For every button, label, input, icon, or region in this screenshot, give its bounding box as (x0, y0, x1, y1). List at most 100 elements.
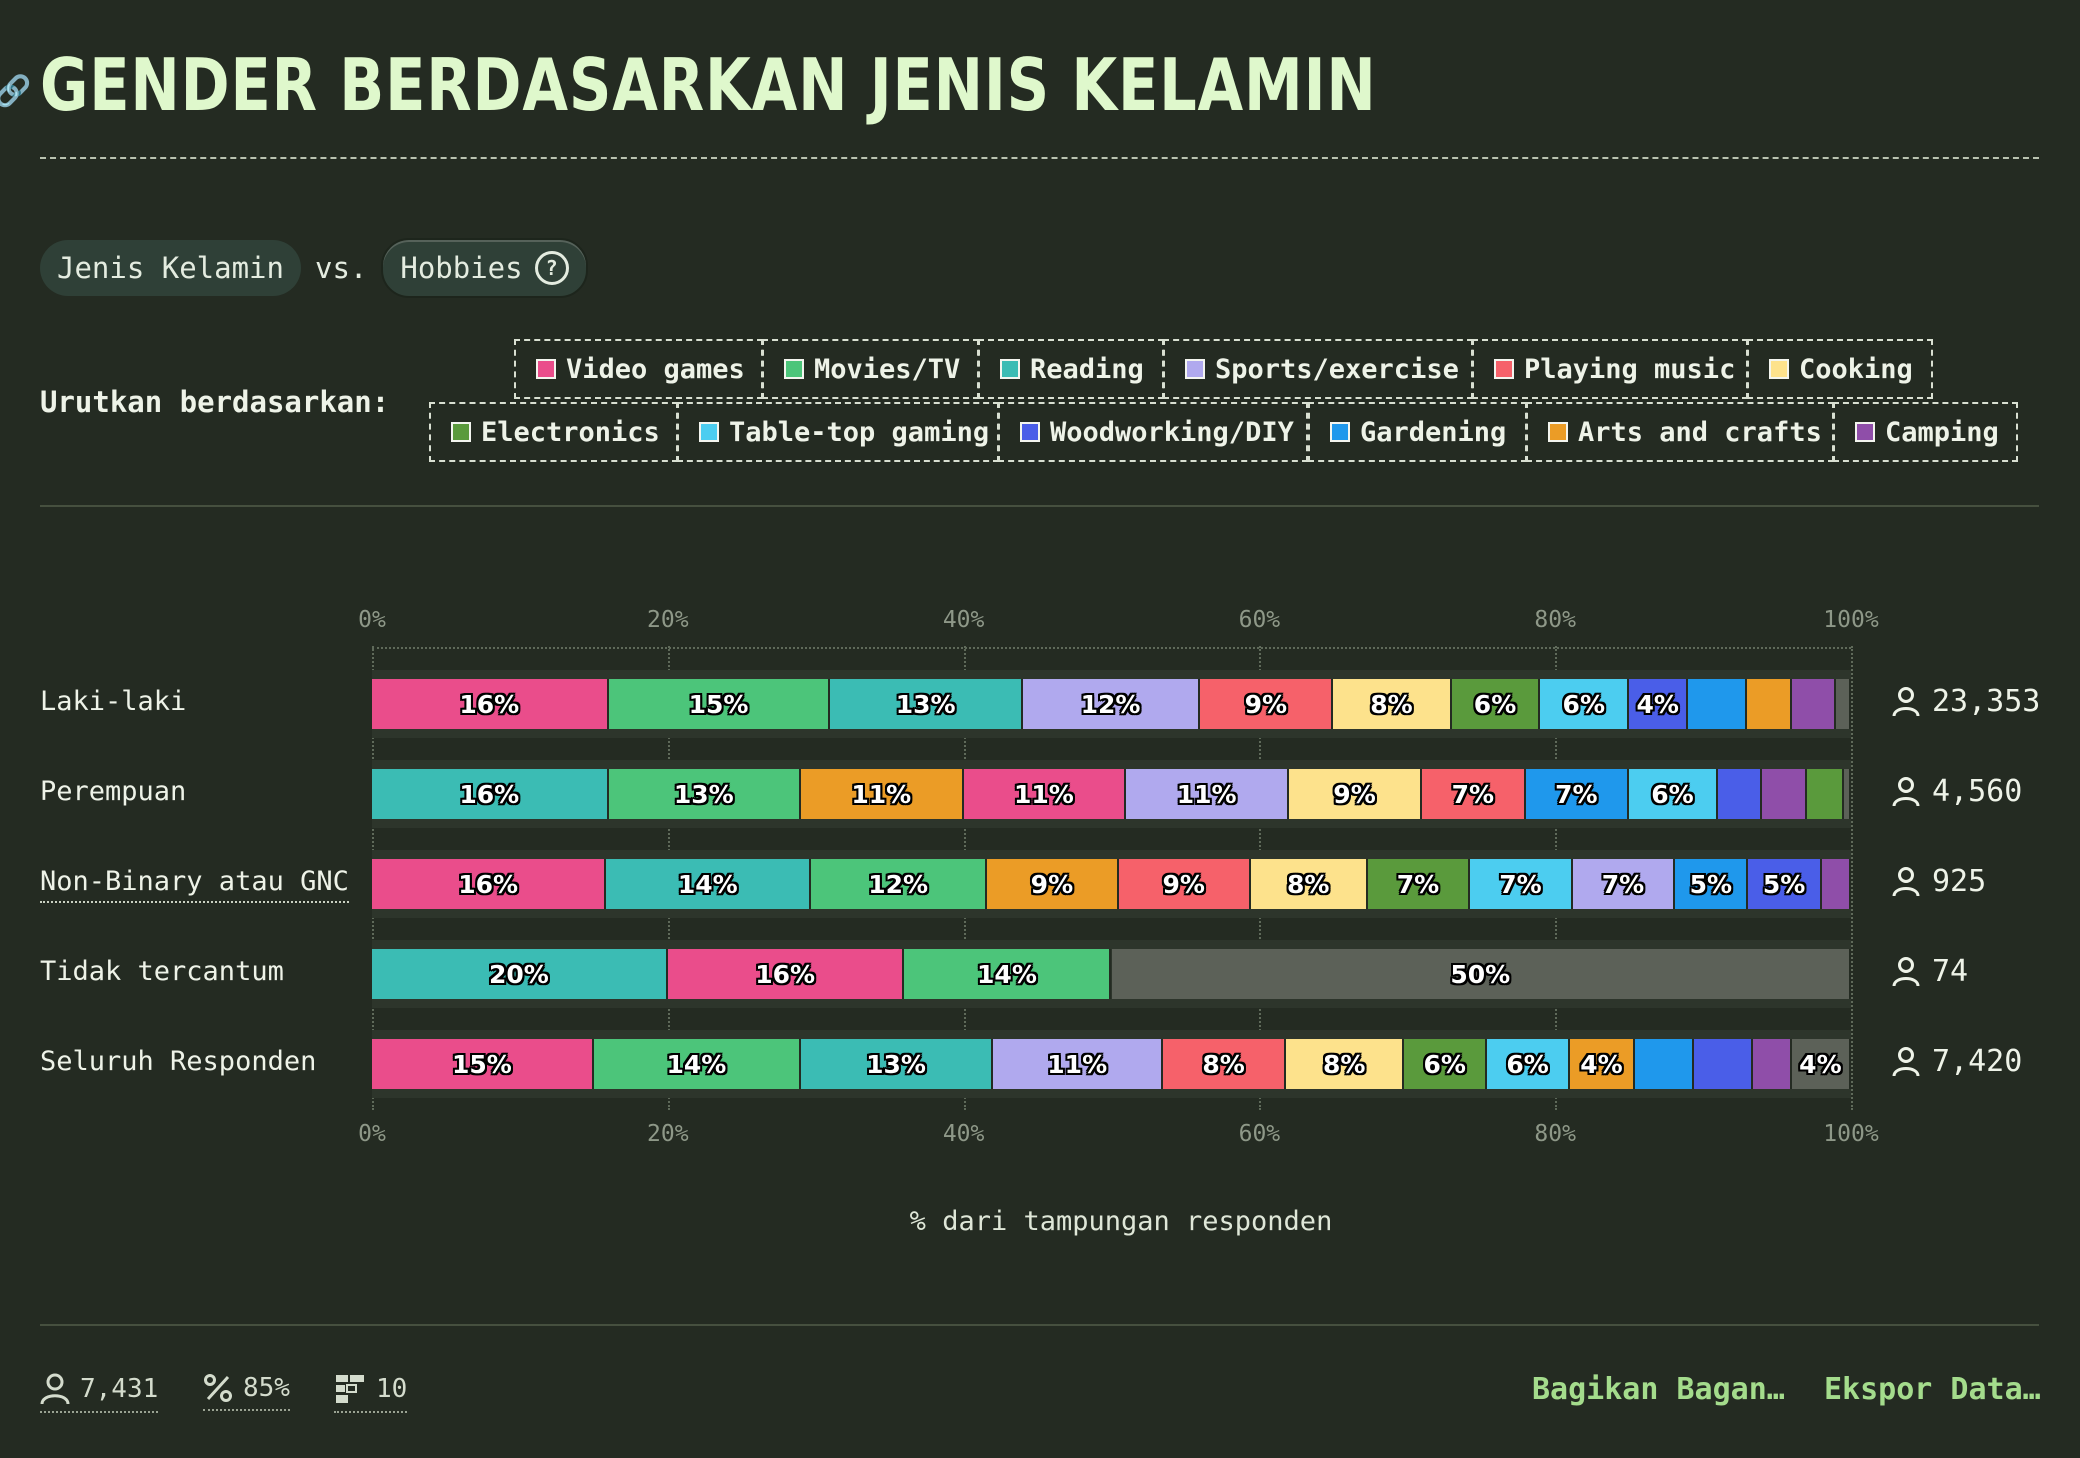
sort-chip-arts-and-crafts[interactable]: Arts and crafts (1526, 402, 1834, 462)
bar-segment-electronics[interactable]: 7% (1367, 859, 1471, 909)
bar-segment-gardening[interactable] (1688, 679, 1748, 729)
bar-segment-table-top-gaming[interactable]: 6% (1487, 1039, 1570, 1089)
bar-segment-gardening[interactable] (1635, 1039, 1695, 1089)
bar-segment-electronics[interactable]: 6% (1451, 679, 1541, 729)
bar-segment-playing-music[interactable]: 8% (1163, 1039, 1286, 1089)
bar-segment-cooking[interactable]: 9% (1288, 769, 1423, 819)
footer-divider (40, 1324, 2039, 1326)
bar-segment-sports-exercise[interactable]: 12% (1022, 679, 1201, 729)
bar-segment-cooking[interactable]: 8% (1333, 679, 1452, 729)
sort-chip-sports-exercise[interactable]: Sports/exercise (1163, 339, 1473, 399)
options-value: 10 (376, 1374, 408, 1404)
bar-segment-camping[interactable] (1753, 1039, 1792, 1089)
sort-chip-label: Cooking (1799, 353, 1913, 385)
bar-segment-playing-music[interactable]: 7% (1422, 769, 1526, 819)
person-icon (1892, 866, 1920, 897)
bar-segment-gardening[interactable]: 7% (1525, 769, 1630, 819)
sort-chip-gardening[interactable]: Gardening (1308, 402, 1527, 462)
bar-segment-woodworking-diy[interactable]: 4% (1629, 679, 1689, 729)
sort-chip-label: Playing music (1524, 353, 1736, 385)
x-tick-label: 20% (647, 607, 689, 633)
sort-chip-table-top-gaming[interactable]: Table-top gaming (677, 402, 999, 462)
legend-swatch (1000, 359, 1020, 379)
bar-segment-table-top-gaming[interactable]: 7% (1470, 859, 1573, 909)
bar-segment-other[interactable]: 4% (1791, 1039, 1851, 1089)
row-label-laki-laki: Laki-laki (40, 686, 187, 717)
bar-segment-movies-tv[interactable]: 12% (811, 859, 988, 909)
bar-segment-video-games[interactable]: 15% (372, 1039, 594, 1089)
bar-segment-camping[interactable] (1762, 769, 1807, 819)
bar-segment-sports-exercise[interactable]: 11% (993, 1039, 1164, 1089)
person-icon (1892, 1046, 1920, 1077)
x-axis-label: % dari tampungan responden (909, 1206, 1333, 1237)
title-divider (40, 157, 2039, 159)
bar-segment-reading[interactable]: 14% (606, 859, 812, 909)
bar-segment-arts-and-crafts[interactable]: 9% (987, 859, 1119, 909)
sort-chip-movies-tv[interactable]: Movies/TV (762, 339, 979, 399)
bar-segment-cooking[interactable]: 8% (1250, 859, 1368, 909)
sort-chip-reading[interactable]: Reading (978, 339, 1164, 399)
bar-segment-cooking[interactable]: 8% (1286, 1039, 1405, 1089)
legend-swatch (1185, 359, 1205, 379)
bar-segment-sports-exercise[interactable]: 11% (1126, 769, 1289, 819)
axis-top-line (372, 647, 1851, 649)
bar-segment-gardening[interactable]: 5% (1675, 859, 1749, 909)
bar-segment-movies-tv[interactable]: 13% (608, 769, 801, 819)
bar-segment-arts-and-crafts[interactable] (1747, 679, 1792, 729)
bar-segment-camping[interactable] (1821, 859, 1851, 909)
legend-swatch (1020, 422, 1040, 442)
bar-segment-reading[interactable]: 20% (372, 949, 668, 999)
bar-segment-electronics[interactable]: 6% (1404, 1039, 1488, 1089)
bar-segment-arts-and-crafts[interactable]: 4% (1569, 1039, 1636, 1089)
row-count: 23,353 (1892, 684, 2040, 719)
sort-chip-cooking[interactable]: Cooking (1747, 339, 1933, 399)
share-chart-link[interactable]: Bagikan Bagan… (1532, 1372, 1785, 1407)
sort-chip-electronics[interactable]: Electronics (429, 402, 678, 462)
bar-segment-sports-exercise[interactable]: 7% (1572, 859, 1676, 909)
dimension-pill-gender[interactable]: Jenis Kelamin (40, 240, 301, 296)
sort-chip-video-games[interactable]: Video games (514, 339, 763, 399)
bar-segment-table-top-gaming[interactable]: 6% (1540, 679, 1630, 729)
bar-segment-playing-music[interactable]: 9% (1118, 859, 1251, 909)
bar-segment-movies-tv[interactable]: 14% (593, 1039, 801, 1089)
sort-chip-label: Sports/exercise (1215, 353, 1459, 385)
sort-chip-label: Camping (1885, 416, 1999, 448)
percent-stat[interactable]: 85% (203, 1373, 290, 1411)
bar-segment-other[interactable]: 50% (1111, 949, 1851, 999)
bar-segment-table-top-gaming[interactable]: 6% (1629, 769, 1718, 819)
bar-segment-video-games[interactable]: 16% (372, 859, 607, 909)
bar-segment-video-games[interactable]: 11% (963, 769, 1127, 819)
sort-chip-playing-music[interactable]: Playing music (1472, 339, 1748, 399)
sort-chip-label: Arts and crafts (1578, 416, 1822, 448)
row-count-value: 7,420 (1932, 1044, 2023, 1079)
dimension-pill-hobbies[interactable]: Hobbies ? (381, 238, 588, 298)
options-stat[interactable]: 10 (334, 1373, 408, 1413)
bar-segment-reading[interactable]: 13% (830, 679, 1023, 729)
bar-segment-woodworking-diy[interactable]: 5% (1748, 859, 1822, 909)
row-label-non-binary-atau-gnc[interactable]: Non-Binary atau GNC (40, 866, 349, 903)
percent-value: 85% (243, 1373, 290, 1403)
bar-segment-woodworking-diy[interactable] (1717, 769, 1763, 819)
bar-segment-other[interactable] (1843, 769, 1851, 819)
bar-segment-camping[interactable] (1791, 679, 1837, 729)
bar-segment-other[interactable] (1836, 679, 1851, 729)
bar-segment-arts-and-crafts[interactable]: 11% (800, 769, 964, 819)
bar-segment-reading[interactable]: 16% (372, 769, 609, 819)
bar-segment-video-games[interactable]: 16% (372, 679, 609, 729)
link-icon[interactable]: 🔗 (0, 74, 31, 109)
sort-chip-woodworking-diy[interactable]: Woodworking/DIY (998, 402, 1308, 462)
sort-chip-label: Reading (1030, 353, 1144, 385)
bar-segment-movies-tv[interactable]: 15% (608, 679, 831, 729)
bar-segment-movies-tv[interactable]: 14% (904, 949, 1112, 999)
bar-segment-video-games[interactable]: 16% (667, 949, 905, 999)
respondents-stat[interactable]: 7,431 (40, 1373, 159, 1413)
bar-segment-electronics[interactable] (1806, 769, 1844, 819)
bar-segment-woodworking-diy[interactable] (1694, 1039, 1754, 1089)
sort-chip-label: Electronics (481, 416, 660, 448)
export-data-link[interactable]: Ekspor Data… (1824, 1372, 2041, 1407)
sort-chip-camping[interactable]: Camping (1833, 402, 2018, 462)
x-tick-label: 60% (1238, 607, 1281, 633)
bar-segment-playing-music[interactable]: 9% (1200, 679, 1334, 729)
help-icon[interactable]: ? (534, 251, 569, 285)
bar-segment-reading[interactable]: 13% (800, 1039, 994, 1089)
